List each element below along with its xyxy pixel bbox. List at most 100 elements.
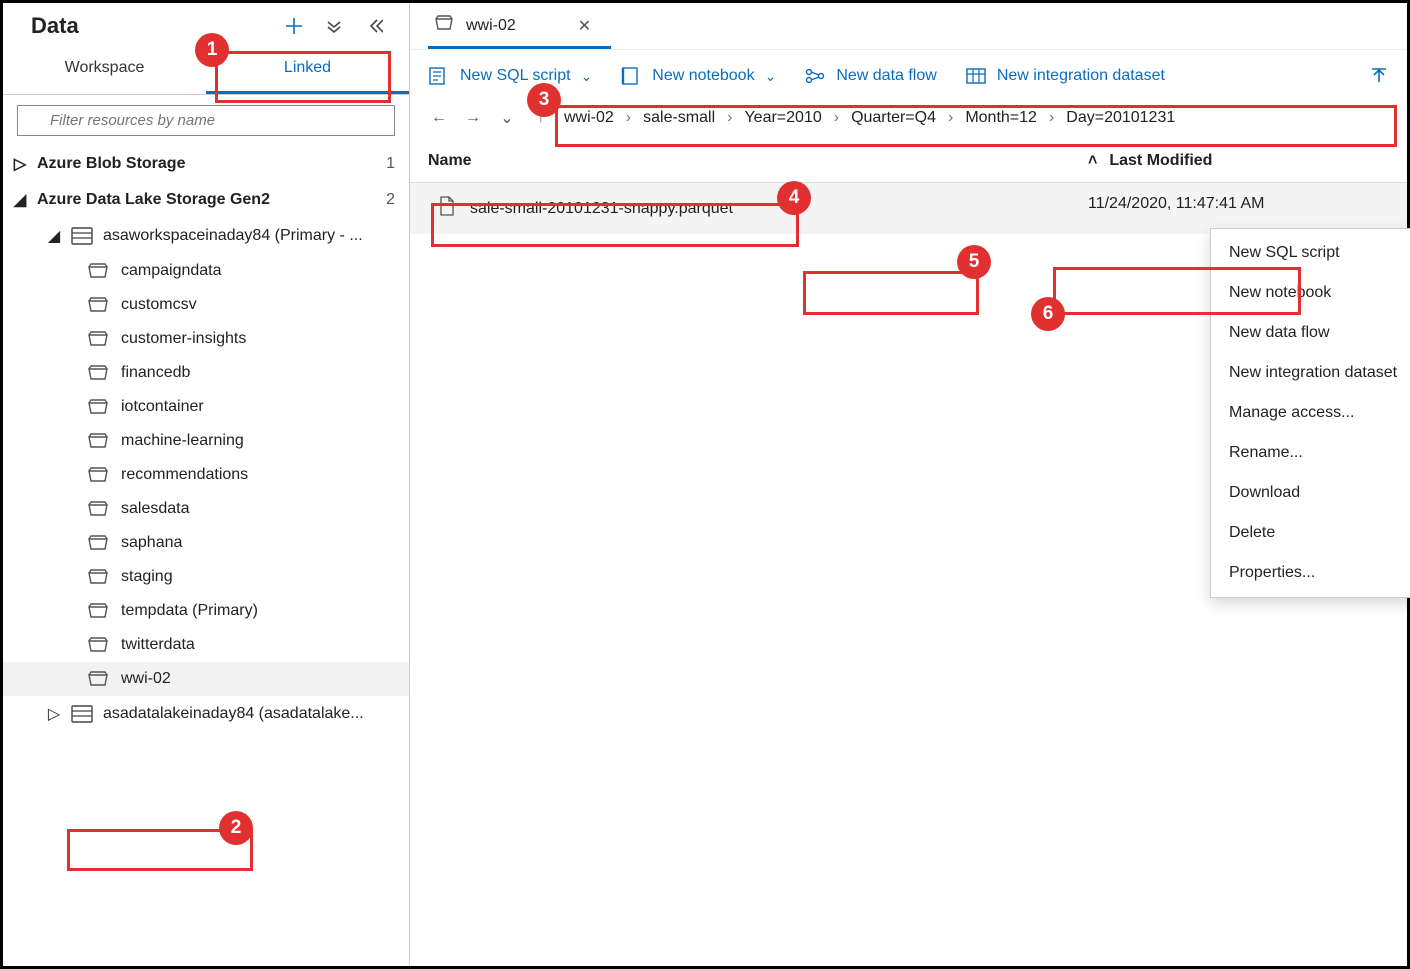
chevron-right-icon: ▷ (47, 704, 61, 724)
container-tempdata (Primary)[interactable]: tempdata (Primary) (3, 594, 409, 628)
group-label: Azure Data Lake Storage Gen2 (37, 191, 270, 209)
storage-label: asadatalakeinaday84 (asadatalake... (103, 705, 364, 723)
new-sql-script-button[interactable]: New SQL script ⌄ (428, 66, 592, 86)
group-count: 1 (386, 155, 395, 173)
container-icon (87, 365, 109, 381)
filter-input[interactable] (17, 105, 395, 136)
container-icon (434, 15, 454, 36)
toolbar-label: New integration dataset (997, 67, 1165, 85)
new-notebook-button[interactable]: New notebook ⌄ (620, 66, 776, 86)
group-count: 2 (386, 191, 395, 209)
tab-linked[interactable]: Linked (206, 45, 409, 94)
ctx-manage-access[interactable]: Manage access... (1211, 393, 1410, 433)
container-label: wwi-02 (121, 670, 171, 688)
ctx-new-sql[interactable]: New SQL script› (1211, 233, 1410, 273)
new-integration-dataset-button[interactable]: New integration dataset (965, 66, 1165, 86)
container-label: machine-learning (121, 432, 244, 450)
storage-icon (71, 227, 93, 245)
chevron-right-icon: ▷ (13, 154, 27, 174)
crumb[interactable]: Year=2010 (744, 109, 821, 127)
container-machine-learning[interactable]: machine-learning (3, 424, 409, 458)
container-icon (87, 331, 109, 347)
container-icon (87, 501, 109, 517)
crumb[interactable]: Month=12 (965, 109, 1037, 127)
container-staging[interactable]: staging (3, 560, 409, 594)
container-salesdata[interactable]: salesdata (3, 492, 409, 526)
storage-account-secondary[interactable]: ▷ asadatalakeinaday84 (asadatalake... (3, 696, 409, 732)
ctx-download[interactable]: Download (1211, 473, 1410, 513)
main-panel: wwi-02 ✕ New SQL script ⌄ New notebook ⌄… (410, 3, 1407, 966)
crumb[interactable]: sale-small (643, 109, 715, 127)
container-icon (87, 399, 109, 415)
col-lastmod[interactable]: Last Modified (1109, 152, 1212, 170)
chevron-down-icon: ⌄ (581, 68, 593, 85)
container-iotcontainer[interactable]: iotcontainer (3, 390, 409, 424)
crumb[interactable]: Day=20101231 (1066, 109, 1175, 127)
collapse-panel-icon[interactable] (363, 15, 385, 37)
storage-icon (71, 705, 93, 723)
file-lastmod: 11/24/2020, 11:47:41 AM (1048, 195, 1389, 222)
file-name: sale-small-20101231-snappy.parquet (470, 200, 733, 218)
file-icon (438, 195, 456, 222)
col-name[interactable]: Name (428, 152, 1048, 170)
container-label: recommendations (121, 466, 248, 484)
group-adls[interactable]: ◢ Azure Data Lake Storage Gen2 2 (3, 182, 409, 218)
toolbar-label: New SQL script (460, 67, 571, 85)
container-label: saphana (121, 534, 182, 552)
tab-workspace[interactable]: Workspace (3, 45, 206, 94)
chevron-down-icon: ⌄ (765, 68, 777, 85)
container-label: iotcontainer (121, 398, 204, 416)
ctx-delete[interactable]: Delete (1211, 513, 1410, 553)
ctx-new-notebook[interactable]: New notebook› (1211, 273, 1410, 313)
toolbar-label: New data flow (836, 67, 937, 85)
toolbar-label: New notebook (652, 67, 754, 85)
nav-up-icon[interactable]: ↑ (530, 109, 552, 127)
tab-label: wwi-02 (466, 17, 516, 35)
container-label: twitterdata (121, 636, 195, 654)
container-label: customer-insights (121, 330, 246, 348)
container-customer-insights[interactable]: customer-insights (3, 322, 409, 356)
container-icon (87, 297, 109, 313)
crumb[interactable]: Quarter=Q4 (851, 109, 936, 127)
crumb[interactable]: wwi-02 (564, 109, 614, 127)
toolbar: New SQL script ⌄ New notebook ⌄ New data… (410, 50, 1407, 102)
chevron-right-icon: › (727, 109, 732, 127)
container-label: campaigndata (121, 262, 222, 280)
add-icon[interactable] (283, 15, 305, 37)
context-menu: New SQL script› New notebook› New data f… (1210, 228, 1410, 598)
expand-all-icon[interactable] (323, 15, 345, 37)
container-financedb[interactable]: financedb (3, 356, 409, 390)
ctx-properties[interactable]: Properties... (1211, 553, 1410, 593)
chevron-down-icon: ◢ (13, 190, 27, 210)
ctx-new-dataflow[interactable]: New data flow (1211, 313, 1410, 353)
storage-account-primary[interactable]: ◢ asaworkspaceinaday84 (Primary - ... (3, 218, 409, 254)
container-wwi-02[interactable]: wwi-02 (3, 662, 409, 696)
container-saphana[interactable]: saphana (3, 526, 409, 560)
container-icon (87, 433, 109, 449)
sort-asc-icon[interactable]: ˄ (1088, 152, 1097, 170)
table-row[interactable]: sale-small-20101231-snappy.parquet 11/24… (410, 183, 1407, 234)
container-twitterdata[interactable]: twitterdata (3, 628, 409, 662)
resource-tree: ▷ Azure Blob Storage 1 ◢ Azure Data Lake… (3, 146, 409, 966)
nav-history-icon[interactable]: ⌄ (496, 108, 518, 128)
container-label: salesdata (121, 500, 190, 518)
storage-label: asaworkspaceinaday84 (Primary - ... (103, 227, 363, 245)
container-label: financedb (121, 364, 190, 382)
new-data-flow-button[interactable]: New data flow (804, 66, 937, 86)
container-icon (87, 637, 109, 653)
group-blob[interactable]: ▷ Azure Blob Storage 1 (3, 146, 409, 182)
chevron-right-icon: › (1049, 109, 1054, 127)
nav-forward-icon[interactable]: → (462, 109, 484, 127)
ctx-new-dataset[interactable]: New integration dataset (1211, 353, 1410, 393)
ctx-rename[interactable]: Rename... (1211, 433, 1410, 473)
container-customcsv[interactable]: customcsv (3, 288, 409, 322)
nav-back-icon[interactable]: ← (428, 109, 450, 127)
container-icon (87, 467, 109, 483)
breadcrumb: wwi-02 › sale-small › Year=2010 › Quarter=Q… (564, 109, 1389, 127)
editor-tab[interactable]: wwi-02 ✕ (428, 9, 611, 49)
container-recommendations[interactable]: recommendations (3, 458, 409, 492)
container-campaigndata[interactable]: campaigndata (3, 254, 409, 288)
chevron-right-icon: › (626, 109, 631, 127)
close-icon[interactable]: ✕ (578, 16, 591, 36)
upload-button[interactable] (1369, 66, 1389, 86)
